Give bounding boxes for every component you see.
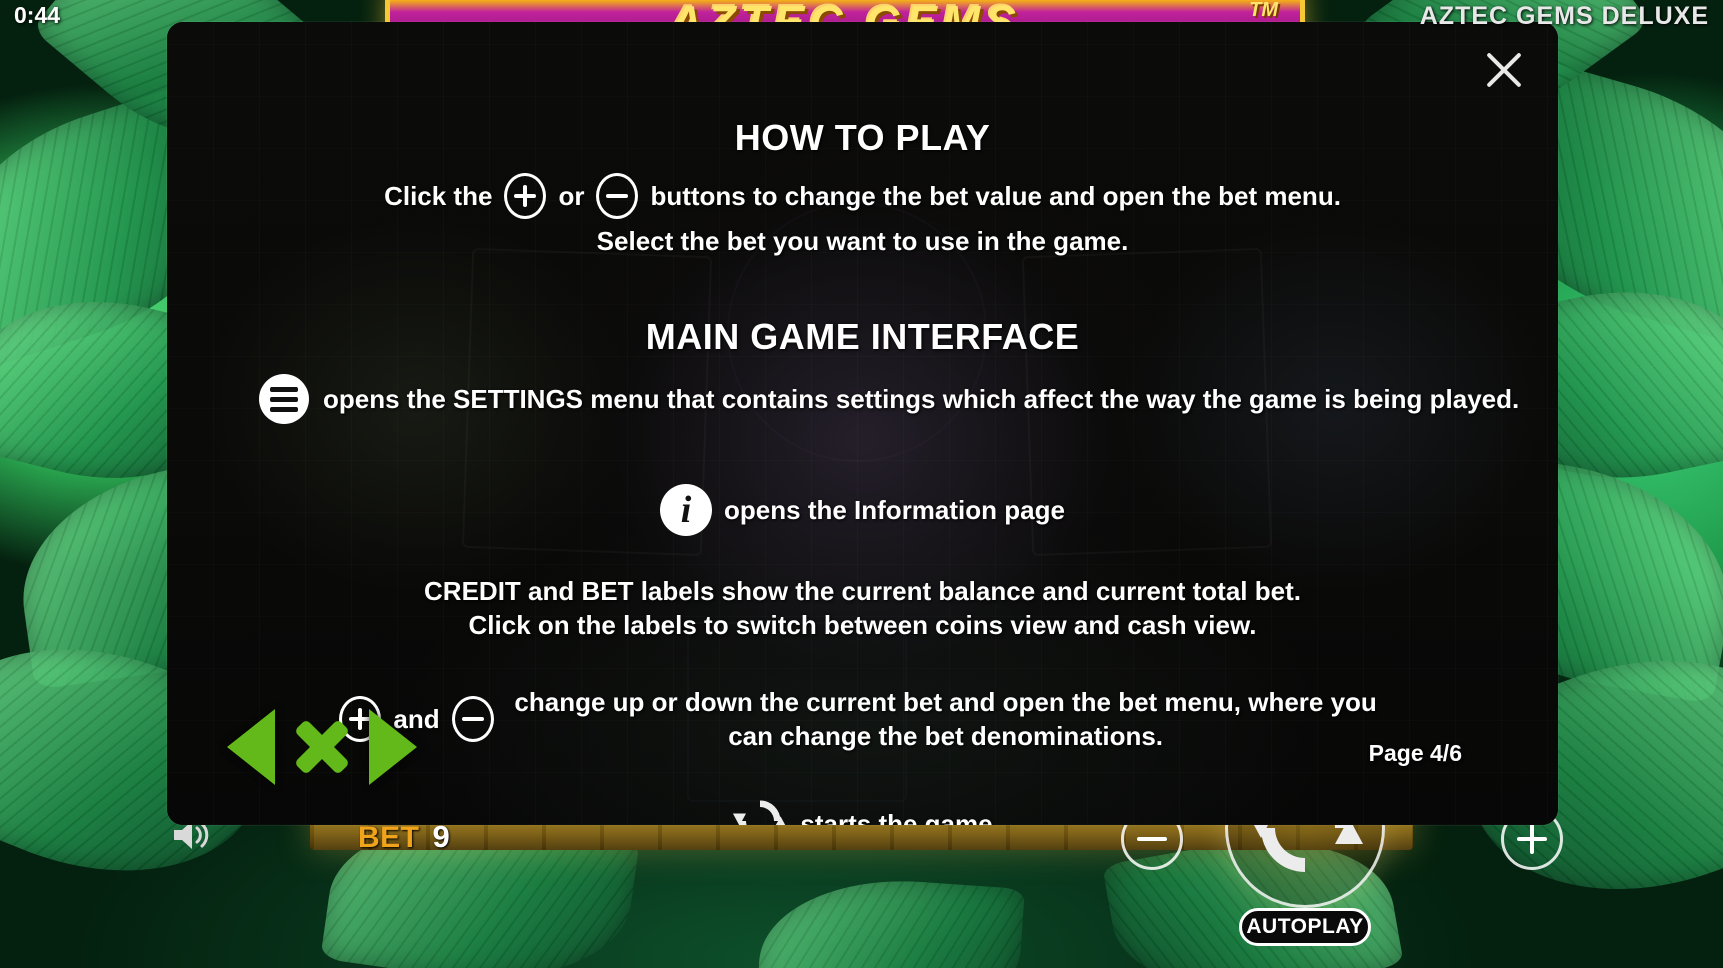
main-interface-title: MAIN GAME INTERFACE (645, 316, 1080, 357)
close-icon[interactable] (1476, 42, 1532, 98)
credit-instruction-block: CREDIT and BET labels show the current b… (167, 574, 1558, 643)
bet-buttons-instruction: Click the or buttons to change the bet v… (167, 173, 1558, 219)
instruction-text-b: buttons to change the bet value and open… (650, 180, 1341, 211)
close-x-icon[interactable] (291, 716, 353, 778)
trademark-mark: TM (1249, 0, 1278, 21)
next-page-icon[interactable] (369, 709, 417, 785)
page-indicator: Page 4/6 (1368, 740, 1462, 766)
credit-instruction-line1: CREDIT and BET labels show the current b… (424, 576, 1301, 606)
bet-change-text: change up or down the current bet and op… (514, 686, 1377, 751)
info-instruction-text: opens the Information page (724, 494, 1065, 525)
how-to-play-modal: HOW TO PLAY Click the or buttons to chan… (167, 22, 1558, 825)
clock: 0:44 (14, 2, 61, 28)
hamburger-icon (259, 374, 309, 424)
bet-label: BET (358, 820, 420, 854)
autoplay-button[interactable]: AUTOPLAY (1239, 908, 1371, 946)
instruction-or: or (558, 180, 585, 211)
spin-icon (732, 793, 788, 825)
prev-page-icon[interactable] (227, 709, 275, 785)
plus-icon (504, 173, 547, 219)
how-to-play-section: HOW TO PLAY Click the or buttons to chan… (167, 117, 1558, 258)
credit-instruction-line2: Click on the labels to switch between co… (468, 610, 1257, 641)
settings-instruction-text: opens the SETTINGS menu that contains se… (323, 383, 1520, 414)
game-title: AZTEC GEMS DELUXE (1419, 2, 1709, 30)
game-screen: AZTEC GEMS TM MINOR 2250 GRAND 900 MAJOR… (0, 0, 1723, 968)
minus-icon (451, 695, 494, 742)
leaf-decoration (755, 871, 1025, 968)
minus-icon (596, 173, 639, 219)
info-icon: i (660, 484, 713, 536)
how-to-play-title: HOW TO PLAY (734, 117, 991, 158)
instruction-text-a: Click the (384, 180, 493, 211)
info-instruction-row: i opens the Information page (167, 484, 1558, 536)
settings-instruction-row: opens the SETTINGS menu that contains se… (167, 374, 1558, 424)
spin-instruction-text: starts the game (800, 808, 993, 825)
spin-instruction-row: starts the game (167, 793, 1558, 825)
modal-navigation (227, 709, 417, 785)
select-bet-instruction: Select the bet you want to use in the ga… (596, 226, 1129, 256)
bet-row[interactable]: BET 9 (308, 820, 539, 854)
